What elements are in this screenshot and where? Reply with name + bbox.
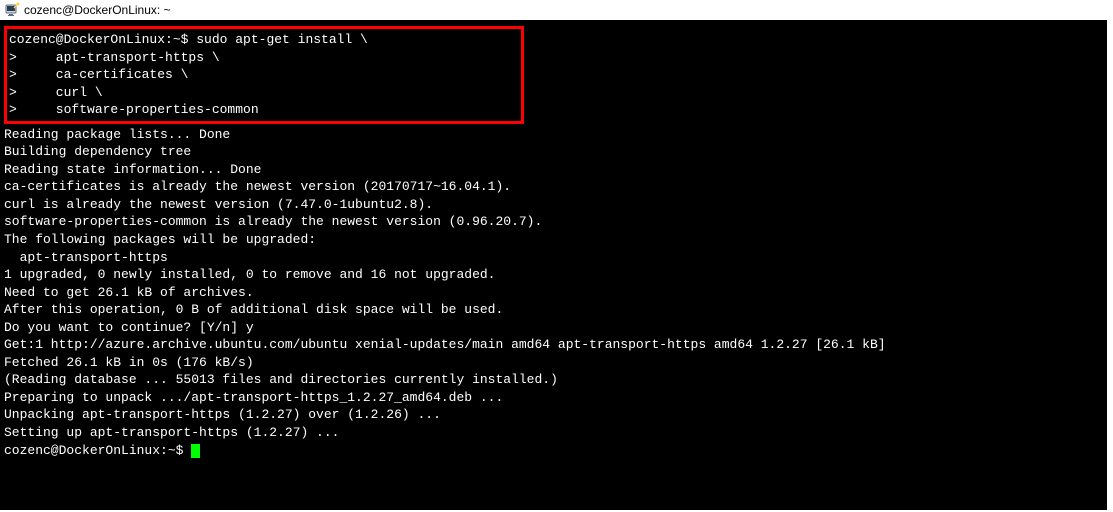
terminal-line: Need to get 26.1 kB of archives. xyxy=(4,284,1103,302)
prompt-text: cozenc@DockerOnLinux:~$ xyxy=(4,443,191,458)
annotation-highlight-box: cozenc@DockerOnLinux:~$ sudo apt-get ins… xyxy=(4,26,524,124)
terminal-line: curl is already the newest version (7.47… xyxy=(4,196,1103,214)
window-title: cozenc@DockerOnLinux: ~ xyxy=(24,2,171,18)
terminal-line: Building dependency tree xyxy=(4,143,1103,161)
terminal-line: (Reading database ... 55013 files and di… xyxy=(4,371,1103,389)
terminal-line: > curl \ xyxy=(9,84,519,102)
terminal-line: > software-properties-common xyxy=(9,101,519,119)
terminal-line: > ca-certificates \ xyxy=(9,66,519,84)
terminal-line: Get:1 http://azure.archive.ubuntu.com/ub… xyxy=(4,336,1103,354)
terminal-line: > apt-transport-https \ xyxy=(9,49,519,67)
terminal-line: 1 upgraded, 0 newly installed, 0 to remo… xyxy=(4,266,1103,284)
cursor-block xyxy=(191,444,200,458)
terminal-line: Do you want to continue? [Y/n] y xyxy=(4,319,1103,337)
terminal-line: Reading state information... Done xyxy=(4,161,1103,179)
terminal-line: ca-certificates is already the newest ve… xyxy=(4,178,1103,196)
terminal-line: Reading package lists... Done xyxy=(4,126,1103,144)
terminal-line: Setting up apt-transport-https (1.2.27) … xyxy=(4,424,1103,442)
terminal-line: software-properties-common is already th… xyxy=(4,213,1103,231)
putty-icon xyxy=(4,2,20,18)
terminal-line: Fetched 26.1 kB in 0s (176 kB/s) xyxy=(4,354,1103,372)
terminal-line: After this operation, 0 B of additional … xyxy=(4,301,1103,319)
prompt-line[interactable]: cozenc@DockerOnLinux:~$ xyxy=(4,442,1103,460)
terminal-line: Preparing to unpack .../apt-transport-ht… xyxy=(4,389,1103,407)
terminal-line: cozenc@DockerOnLinux:~$ sudo apt-get ins… xyxy=(9,31,519,49)
window-titlebar: cozenc@DockerOnLinux: ~ xyxy=(0,0,1113,20)
terminal-line: Unpacking apt-transport-https (1.2.27) o… xyxy=(4,406,1103,424)
terminal-line: The following packages will be upgraded: xyxy=(4,231,1103,249)
terminal-line: apt-transport-https xyxy=(4,249,1103,267)
terminal-output[interactable]: cozenc@DockerOnLinux:~$ sudo apt-get ins… xyxy=(0,20,1107,510)
